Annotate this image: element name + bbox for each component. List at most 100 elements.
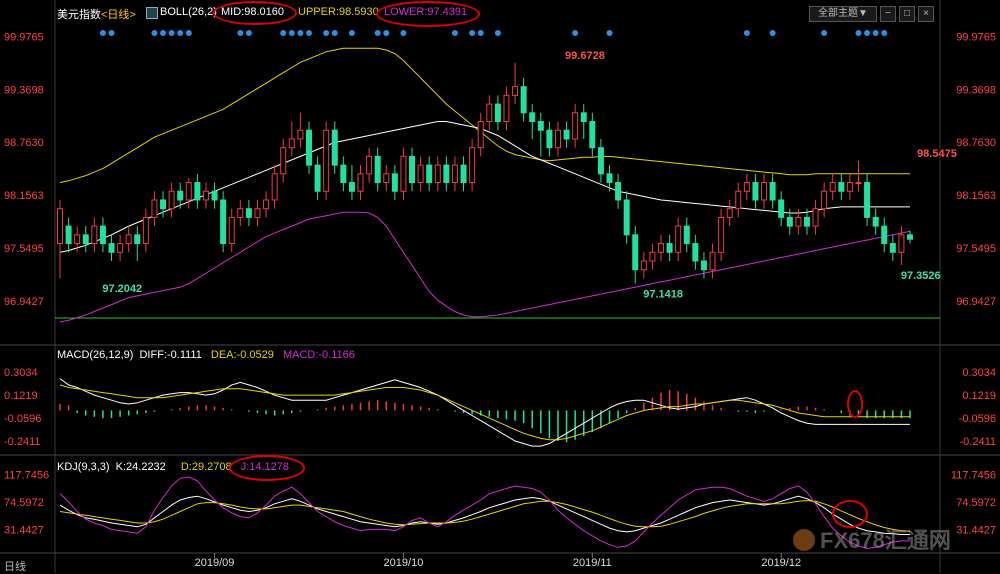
chart-frame — [0, 0, 1000, 573]
macd-y-tick-left: -0.0596 — [4, 413, 41, 425]
candle-body — [220, 199, 227, 245]
candle-body — [597, 147, 604, 175]
signal-dot — [160, 30, 167, 36]
candle-body — [889, 243, 896, 253]
chart-canvas: 99.9765 99.9765 99.3698 99.3698 98.7630 98.76… — [0, 0, 1000, 573]
kdj-d-value: D:29.2708 — [180, 461, 232, 473]
candle-body — [194, 182, 201, 201]
signal-dot — [855, 30, 862, 36]
candle-body — [752, 182, 759, 201]
candle-body — [821, 190, 828, 210]
signal-dot — [323, 30, 330, 36]
y-tick-label-right: 99.3698 — [956, 84, 996, 96]
candle-body — [563, 129, 570, 140]
candle-body — [202, 190, 209, 201]
signal-dot — [494, 30, 501, 36]
boll-label: BOLL(26,2) — [160, 6, 217, 18]
candle-body — [503, 94, 510, 123]
signal-dot — [99, 30, 106, 36]
signal-dot — [743, 30, 750, 36]
candle-body — [443, 164, 450, 184]
close-button[interactable]: × — [918, 6, 934, 22]
candle-body — [658, 243, 665, 253]
candle-body — [297, 129, 304, 140]
candle-body — [91, 225, 98, 245]
kdj-y-tick-right: 117.7456 — [951, 470, 996, 482]
candle-body — [99, 225, 106, 245]
candle-body — [211, 190, 218, 201]
boll-icon — [146, 7, 158, 19]
candle-body — [838, 182, 845, 192]
highlight-oval-kdj — [832, 500, 868, 528]
restore-button[interactable]: □ — [899, 6, 915, 22]
highlight-oval-mid — [213, 1, 297, 25]
kdj-y-tick-right: 74.5972 — [956, 497, 996, 509]
candle-body — [846, 182, 853, 192]
macd-diff-line — [59, 378, 910, 447]
chevron-down-icon: ▼ — [858, 8, 868, 19]
candle-body — [718, 216, 725, 253]
candle-body — [469, 147, 476, 184]
candle-body — [280, 147, 287, 175]
highlight-oval-macd — [847, 390, 863, 418]
macd-y-tick-right: -0.0596 — [959, 413, 996, 425]
candle-body — [417, 164, 424, 184]
signal-dot — [331, 30, 338, 36]
candle-body — [615, 182, 622, 201]
candle-body — [391, 173, 398, 192]
y-tick-label-left: 98.1563 — [4, 190, 44, 202]
macd-y-tick-left: -0.2411 — [4, 436, 41, 448]
candle-body — [700, 260, 707, 271]
candle-body — [692, 243, 699, 262]
candle-body — [726, 208, 733, 218]
macd-y-tick-left: 0.1219 — [4, 390, 38, 402]
period-label: <日线> — [101, 9, 136, 21]
watermark-logo: FX678汇通网 — [792, 525, 992, 561]
highlight-oval-lower — [376, 1, 480, 27]
signal-dot — [280, 30, 287, 36]
macd-y-tick-right: 0.3034 — [962, 367, 996, 379]
candle-body — [409, 155, 416, 184]
svg-text:FX678汇通网: FX678汇通网 — [820, 528, 951, 553]
signal-dot — [245, 30, 252, 36]
candle-body — [640, 260, 647, 271]
signal-dot — [185, 30, 192, 36]
close-icon: × — [923, 8, 929, 19]
candle-body — [666, 243, 673, 253]
candle-body — [151, 199, 158, 218]
candle-body — [177, 190, 184, 201]
candle-body — [623, 199, 630, 236]
kdj-k-value: K:24.2232 — [115, 461, 166, 473]
candle-body — [589, 121, 596, 149]
candle-body — [735, 190, 742, 210]
candle-body — [254, 208, 261, 218]
signal-dot — [305, 30, 312, 36]
candle-body — [803, 216, 810, 227]
candle-body — [494, 103, 501, 123]
signal-dot — [881, 30, 888, 36]
candle-body — [881, 225, 888, 245]
theme-select-label: 全部主题 — [818, 8, 859, 19]
signal-dot — [177, 30, 184, 36]
kdj-line-j — [59, 476, 910, 550]
candle-body — [340, 164, 347, 184]
candle-body — [82, 234, 89, 245]
price-annotation: 97.3526 — [901, 270, 941, 282]
minimize-button[interactable]: − — [880, 6, 896, 22]
candle-body — [366, 155, 373, 175]
y-tick-label-right: 98.1563 — [956, 190, 996, 202]
candle-body — [675, 225, 682, 253]
kdj-line-d — [59, 500, 911, 532]
theme-select-button[interactable]: 全部主题▼ — [809, 6, 877, 22]
candle-body — [348, 182, 355, 192]
candle-body — [271, 173, 278, 201]
signal-dot — [606, 30, 613, 36]
boll-lower-line — [59, 211, 911, 323]
period-tag[interactable]: 日线 — [4, 558, 26, 574]
signal-dot — [297, 30, 304, 36]
kdj-y-tick-left: 117.7456 — [4, 470, 49, 482]
candle-body — [434, 164, 441, 184]
candle-body — [185, 182, 192, 201]
signal-dot — [872, 30, 879, 36]
candle-body — [228, 216, 235, 245]
